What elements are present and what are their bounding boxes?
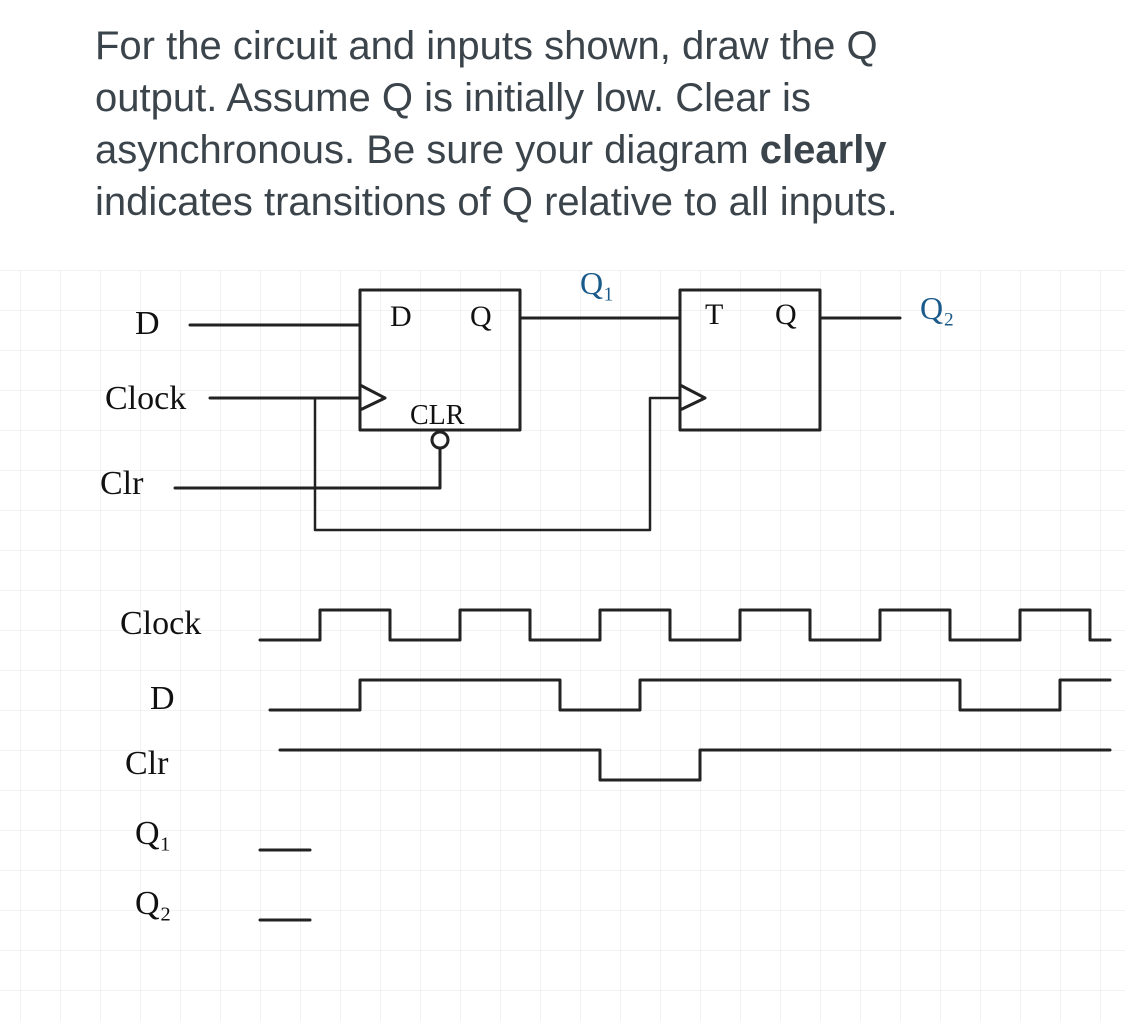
question-line-2: output. Assume Q is initially low. Clear…: [95, 76, 811, 120]
wave-D: [270, 680, 1110, 710]
diagram-area: D Clock Clr D Q CLR Q₁ T Q Q₂ Clock D Cl…: [0, 270, 1125, 1021]
ff2-clock-triangle: [680, 385, 705, 410]
ff1-clock-triangle: [360, 385, 385, 410]
question-line-3a: asynchronous. Be sure your diagram: [95, 128, 760, 172]
question-line-4: indicates transitions of Q relative to a…: [95, 180, 898, 224]
wave-clock: [260, 610, 1110, 640]
wave-Clr: [280, 750, 1110, 780]
wire-clock-ff2: [315, 398, 680, 530]
wire-clr: [175, 448, 440, 488]
question-line-1: For the circuit and inputs shown, draw t…: [95, 24, 878, 68]
question-line-3b: clearly: [760, 128, 887, 172]
diagram-sketch: [0, 270, 1125, 1021]
ff1-box: [360, 290, 520, 430]
ff1-clr-bubble: [432, 432, 448, 448]
ff2-box: [680, 290, 820, 430]
question-text: For the circuit and inputs shown, draw t…: [95, 20, 1065, 228]
